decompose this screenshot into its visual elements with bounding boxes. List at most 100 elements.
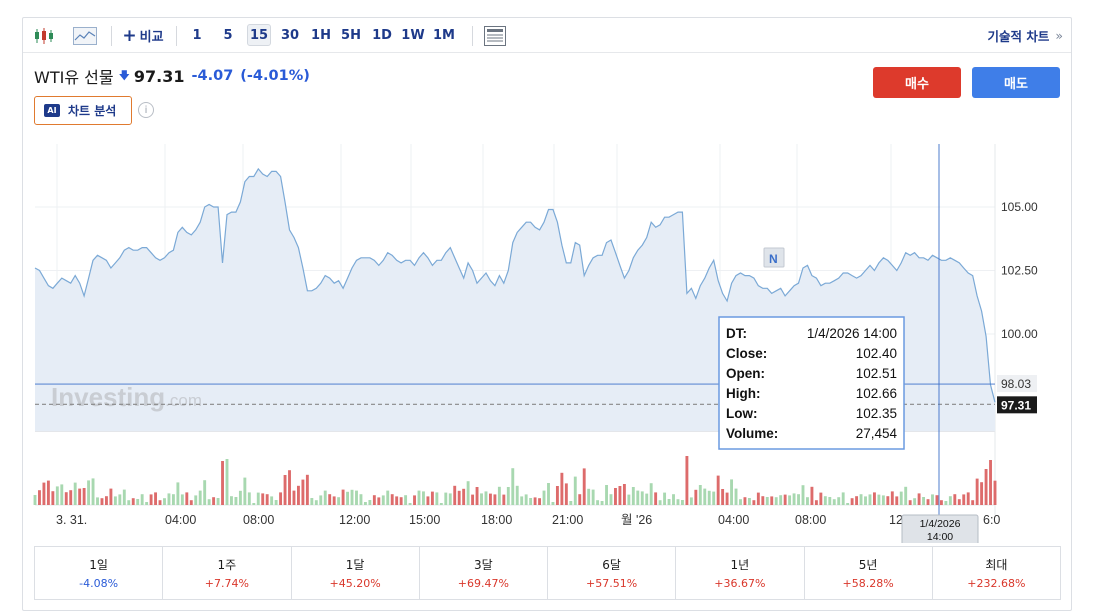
volume-bar [765,497,769,505]
tooltip-label: Close: [726,346,767,361]
volume-bar [908,500,912,505]
tooltip-label: Open: [726,366,765,381]
volume-bar [984,469,988,505]
volume-bar [587,488,591,505]
volume-bar [663,492,667,505]
x-tick-label: 월 '26 [621,513,652,527]
performance-cell[interactable]: 1일 -4.08% [35,547,164,599]
price-line-label: 98.03 [1001,377,1031,391]
performance-cell[interactable]: 5년 +58.28% [805,547,933,599]
performance-period: 6달 [602,558,621,572]
volume-bar [180,494,184,505]
volume-bar [877,494,881,505]
performance-cell[interactable]: 6달 +57.51% [548,547,677,599]
price-chart[interactable]: Investing.com 105.00102.50100.0098.0397.… [23,18,1071,543]
chart-widget: + 비교 1 5 15 30 1H 5H 1D 1W 1M 기술적 차트 » W… [22,17,1072,611]
volume-bar [506,487,510,505]
performance-value: +45.20% [329,577,381,590]
volume-bar [466,481,470,505]
volume-bar [355,490,358,505]
volume-bar [484,491,488,505]
volume-bar [444,492,448,505]
volume-bar [922,497,926,505]
performance-cell[interactable]: 1달 +45.20% [292,547,420,599]
volume-bar [502,494,506,505]
volume-bar [154,492,158,505]
volume-bar [975,478,979,505]
performance-cell[interactable]: 1년 +36.67% [676,547,805,599]
volume-bar [596,500,600,505]
volume-bar [73,482,77,505]
volume-bar [377,497,381,505]
volume-bar [462,488,466,505]
volume-bar [207,499,211,505]
volume-bar [118,494,122,505]
volume-bar [756,492,760,505]
performance-cell[interactable]: 최대 +232.68% [933,547,1060,599]
crosshair-time: 14:00 [927,531,953,543]
x-tick-label: 21:00 [552,513,583,527]
volume-bar [676,499,680,505]
volume-bar [96,497,99,505]
volume-bar [551,502,555,505]
volume-bar [301,479,305,505]
volume-bar [234,497,238,505]
performance-period: 1주 [217,558,237,572]
volume-bar [944,501,948,505]
volume-bar [721,489,725,505]
volume-bar [488,493,492,505]
volume-bar [886,496,890,505]
y-tick-label: 100.00 [1001,327,1038,341]
volume-bar [422,491,425,505]
volume-bar [256,492,260,505]
volume-bar [707,490,711,505]
volume-bar [837,497,841,505]
volume-bar [230,496,233,505]
performance-value: +58.28% [842,577,894,590]
volume-bar [274,500,278,505]
performance-value: -4.08% [79,577,119,590]
volume-bar [855,496,859,505]
volume-bar [82,488,86,505]
volume-bar [917,493,921,505]
tooltip-value: 27,454 [856,426,898,441]
x-tick-label: 15:00 [409,513,440,527]
volume-bar [189,500,193,505]
volume-bar [113,496,117,505]
volume-bar [122,489,126,505]
volume-bar [149,494,153,505]
volume-bar [475,487,479,505]
volume-bar [216,498,220,505]
volume-bar [864,496,867,505]
volume-bar [145,502,149,505]
ohlc-tooltip: DT: 1/4/2026 14:00 Close: 102.40 Open: 102.51… [718,316,905,450]
tooltip-value: 1/4/2026 14:00 [807,326,897,341]
volume-bar [78,488,82,505]
performance-value: +57.51% [586,577,638,590]
volume-bar [520,496,524,505]
x-tick-label: 08:00 [795,513,826,527]
volume-bar [971,500,975,505]
performance-period: 최대 [985,558,1008,572]
last-price-label: 97.31 [1001,398,1031,412]
volume-bar [953,494,957,505]
news-marker[interactable]: N [763,247,785,268]
volume-bar [627,494,631,505]
volume-bar [42,482,46,505]
volume-bar [158,500,162,505]
volume-bar [395,496,399,505]
performance-period: 1년 [730,558,750,572]
volume-bar [247,492,251,505]
x-tick-label: 12:00 [339,513,370,527]
volume-bar [261,493,265,505]
performance-cell[interactable]: 3달 +69.47% [420,547,548,599]
volume-bar [252,503,256,505]
volume-bar [846,503,850,505]
volume-bar [814,500,818,505]
volume-bar [346,491,350,505]
x-tick-label: 18:00 [481,513,512,527]
volume-bar [806,497,809,505]
volume-bar [328,494,332,505]
x-tick-label: 3. 31. [56,513,87,527]
performance-cell[interactable]: 1주 +7.74% [163,547,292,599]
